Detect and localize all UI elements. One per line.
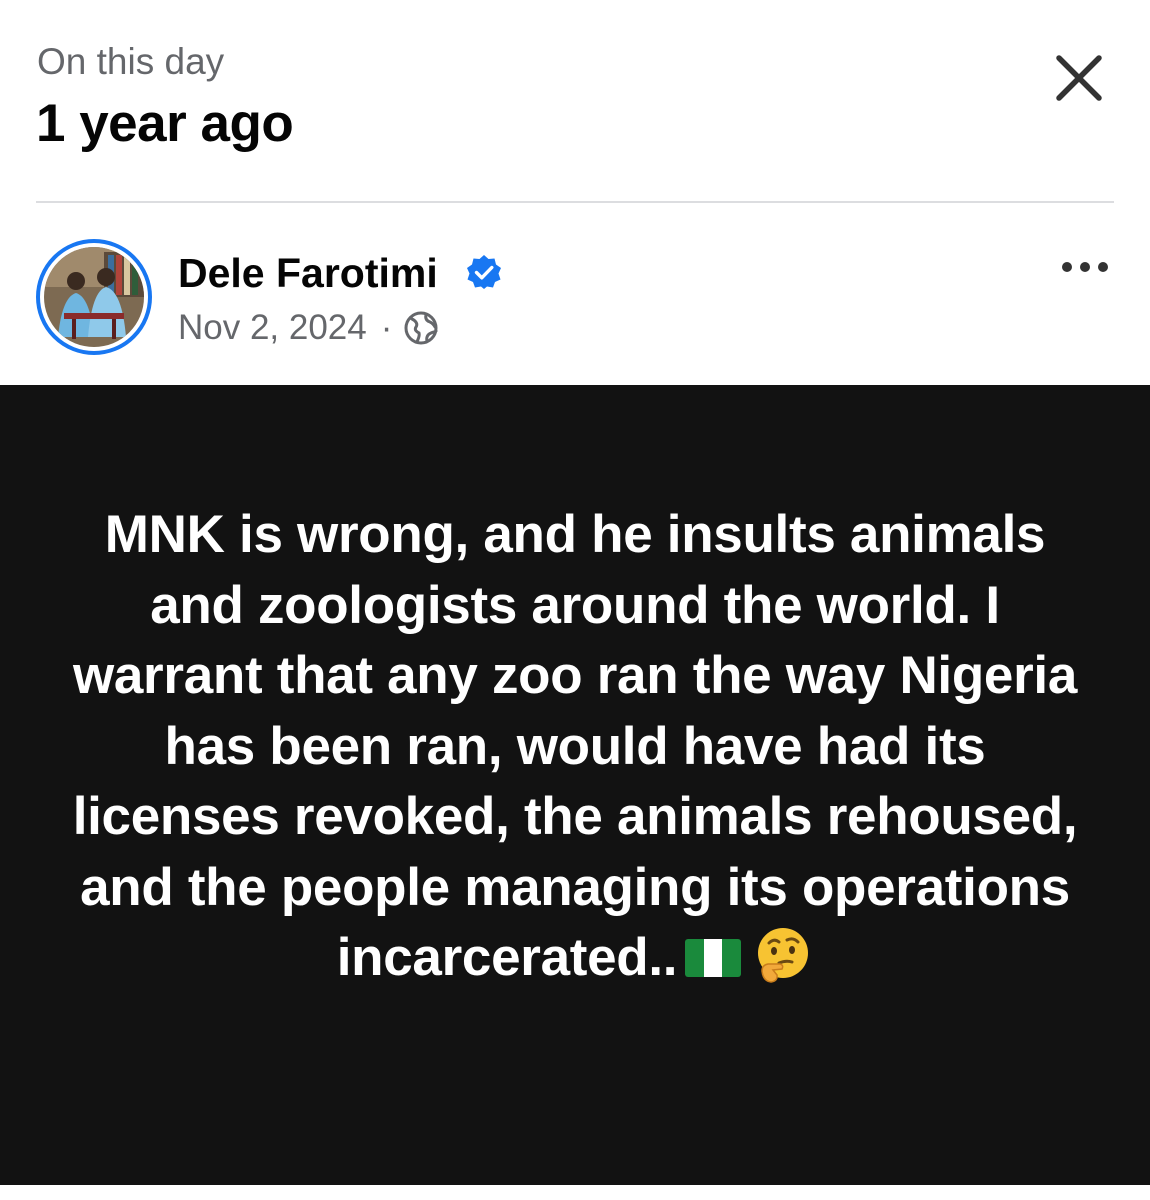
post-text: MNK is wrong, and he insults animals and… — [72, 505, 1078, 987]
post-content[interactable]: MNK is wrong, and he insults animals and… — [0, 385, 1150, 1185]
close-button[interactable] — [1046, 45, 1112, 111]
bottom-strip — [0, 1185, 1150, 1200]
thinking-face-icon — [758, 928, 809, 983]
memory-title: 1 year ago — [36, 94, 294, 153]
nigeria-flag-icon — [685, 939, 742, 977]
more-options-button[interactable] — [1056, 251, 1114, 283]
close-icon — [1056, 55, 1102, 101]
post-meta: Nov 2, 2024 · — [178, 304, 438, 352]
post-date[interactable]: Nov 2, 2024 — [178, 308, 367, 348]
memory-subtitle: On this day — [37, 41, 225, 82]
memory-header: On this day 1 year ago — [0, 0, 1150, 202]
meta-separator: · — [380, 308, 393, 347]
more-options-icon — [1062, 262, 1108, 272]
post-text-container: MNK is wrong, and he insults animals and… — [70, 500, 1080, 994]
avatar-photo — [44, 247, 144, 347]
globe-icon — [404, 311, 438, 345]
avatar[interactable] — [36, 239, 152, 355]
post-header: Dele Farotimi Nov 2, 2024 · — [0, 203, 1150, 385]
post-author-name[interactable]: Dele Farotimi — [178, 247, 438, 299]
verified-badge-icon — [467, 255, 501, 289]
